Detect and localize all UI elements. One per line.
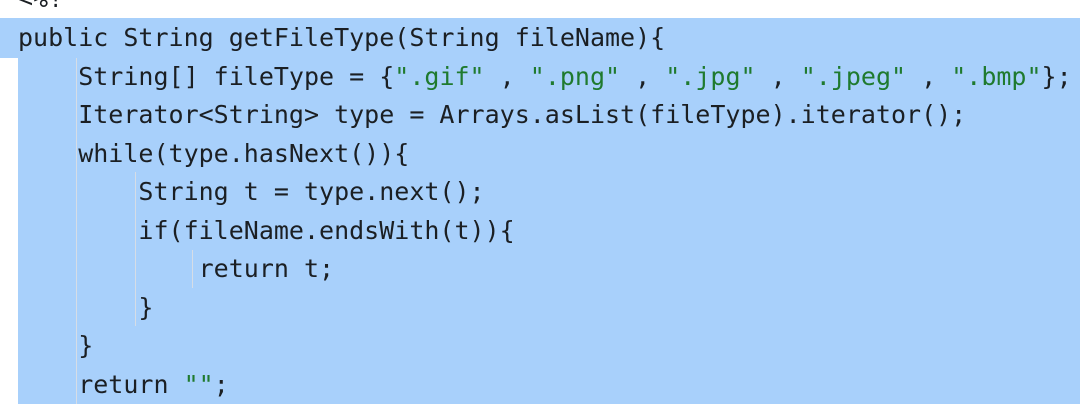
string-literal: ".jpg"	[665, 61, 756, 91]
code-token: public String getFileType(String fileNam…	[18, 23, 666, 52]
code-line[interactable]: }	[18, 327, 1072, 366]
code-line[interactable]: public String getFileType(String fileNam…	[18, 19, 1072, 58]
code-token: ;	[213, 369, 229, 399]
code-line[interactable]: if(fileName.endsWith(t)){	[18, 212, 1072, 251]
string-literal: ".jpeg"	[800, 61, 907, 91]
string-literal: ".png"	[529, 61, 621, 91]
code-token: }	[18, 292, 154, 322]
code-line[interactable]: String t = type.next();	[18, 173, 1072, 212]
code-token: while(type.hasNext()){	[18, 138, 410, 168]
code-token: ,	[906, 61, 952, 91]
code-line[interactable]: return "";	[18, 366, 1072, 405]
code-token: }	[18, 331, 94, 360]
code-line[interactable]: String[] fileType = {".gif" , ".png" , "…	[18, 58, 1072, 97]
code-token: ,	[484, 61, 530, 91]
code-line[interactable]: }	[18, 289, 1072, 328]
code-token: String[] fileType = {	[18, 61, 395, 91]
code-token: String t = type.next();	[18, 177, 485, 206]
code-token: if(fileName.endsWith(t)){	[18, 215, 515, 245]
code-line[interactable]: Iterator<String> type = Arrays.asList(fi…	[18, 96, 1072, 135]
code-line[interactable]: while(type.hasNext()){	[18, 135, 1072, 174]
code-block[interactable]: public String getFileType(String fileNam…	[18, 19, 1072, 404]
code-editor[interactable]: <%! public String getFileType(String fil…	[0, 0, 1080, 409]
jsp-declaration-open: <%!	[18, 0, 63, 11]
code-line[interactable]: return t;	[18, 250, 1072, 289]
code-token: ,	[620, 61, 666, 91]
string-literal: ""	[183, 369, 214, 399]
string-literal: ".bmp"	[951, 61, 1042, 91]
code-token: Iterator<String> type = Arrays.asList(fi…	[18, 100, 967, 129]
code-token: return	[18, 369, 184, 399]
code-token: ,	[755, 61, 801, 91]
string-literal: ".gif"	[394, 61, 485, 91]
code-token: };	[1041, 61, 1072, 91]
code-token: return t;	[18, 254, 335, 283]
